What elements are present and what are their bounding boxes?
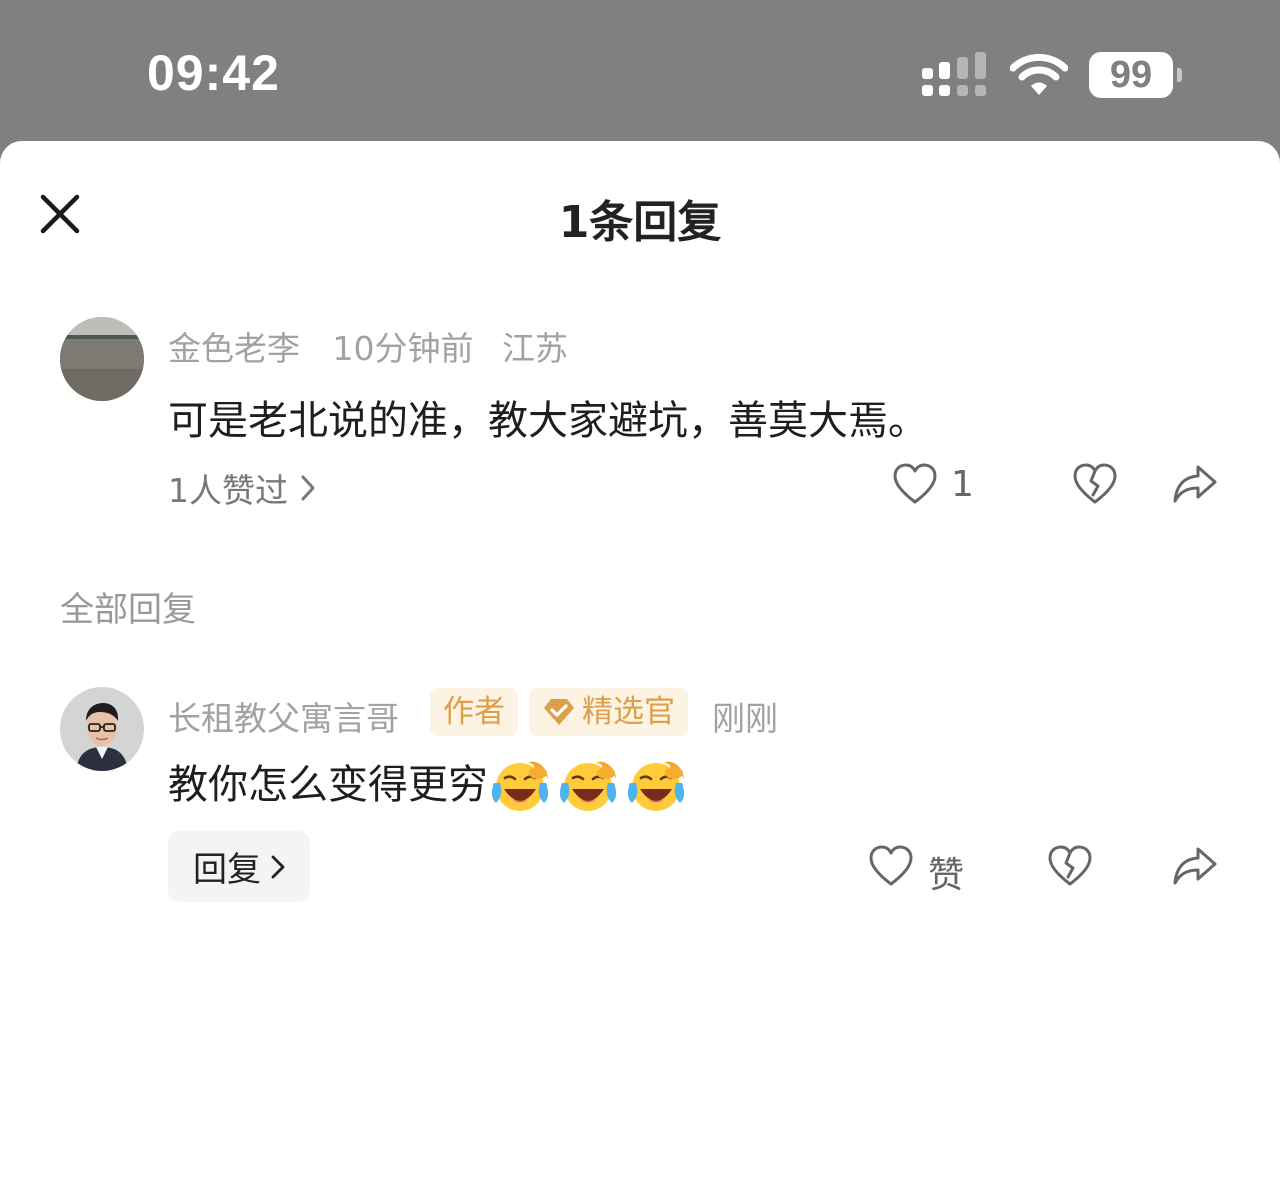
- cellular-signal-icon: [922, 52, 986, 96]
- reply-avatar[interactable]: [60, 687, 144, 771]
- emoji-group: [490, 759, 688, 815]
- comment-text: 可是老北说的准，教大家避坑，善莫大焉。: [168, 398, 928, 444]
- wifi-icon: [1010, 53, 1068, 95]
- author-badge: 作者: [430, 688, 518, 736]
- share-icon[interactable]: [1172, 845, 1218, 887]
- like-heart-icon[interactable]: [893, 463, 937, 507]
- likers-label: 1人赞过: [168, 471, 288, 510]
- laughing-crying-face-icon: [627, 761, 685, 811]
- reply-button-label: 回复: [193, 850, 261, 890]
- chevron-right-icon: [271, 855, 285, 878]
- like-count: 1: [951, 464, 974, 505]
- reply-text: 教你怎么变得更穷: [168, 762, 488, 808]
- reply-username[interactable]: 长租教父寓言哥: [168, 692, 399, 740]
- battery-tip: [1177, 68, 1182, 82]
- comment-username[interactable]: 金色老李: [168, 329, 300, 368]
- laughing-crying-face-icon: [491, 761, 549, 811]
- section-label: 全部回复: [60, 590, 196, 630]
- curator-badge-label: 精选官: [582, 694, 675, 730]
- dislike-broken-heart-icon[interactable]: [1073, 463, 1117, 507]
- reply-time: 刚刚: [712, 699, 778, 738]
- author-badge-label: 作者: [443, 694, 505, 730]
- avatar[interactable]: [60, 317, 144, 401]
- curator-badge: 精选官: [529, 688, 688, 736]
- battery-level: 99: [1109, 54, 1153, 96]
- likers-link[interactable]: 1人赞过: [168, 464, 316, 512]
- reply-button[interactable]: 回复: [168, 831, 310, 902]
- reply-content: 教你怎么变得更穷: [168, 752, 688, 815]
- like-label[interactable]: 赞: [928, 846, 964, 898]
- comment-meta: 金色老李 10分钟前 江苏: [168, 322, 568, 370]
- dislike-broken-heart-icon[interactable]: [1048, 845, 1092, 889]
- status-time: 09:42: [147, 45, 280, 101]
- comment-time: 10分钟前: [332, 329, 474, 368]
- reply-sheet: [0, 141, 1280, 1181]
- status-bar: 09:42 99: [0, 0, 1280, 142]
- comment-location: 江苏: [502, 329, 568, 368]
- chevron-right-icon: [301, 475, 315, 501]
- check-shield-icon: [544, 699, 574, 725]
- battery-icon: 99: [1089, 52, 1173, 98]
- share-icon[interactable]: [1172, 463, 1218, 505]
- laughing-crying-face-icon: [559, 761, 617, 811]
- like-heart-icon[interactable]: [869, 845, 913, 889]
- sheet-title: 1条回复: [558, 197, 722, 248]
